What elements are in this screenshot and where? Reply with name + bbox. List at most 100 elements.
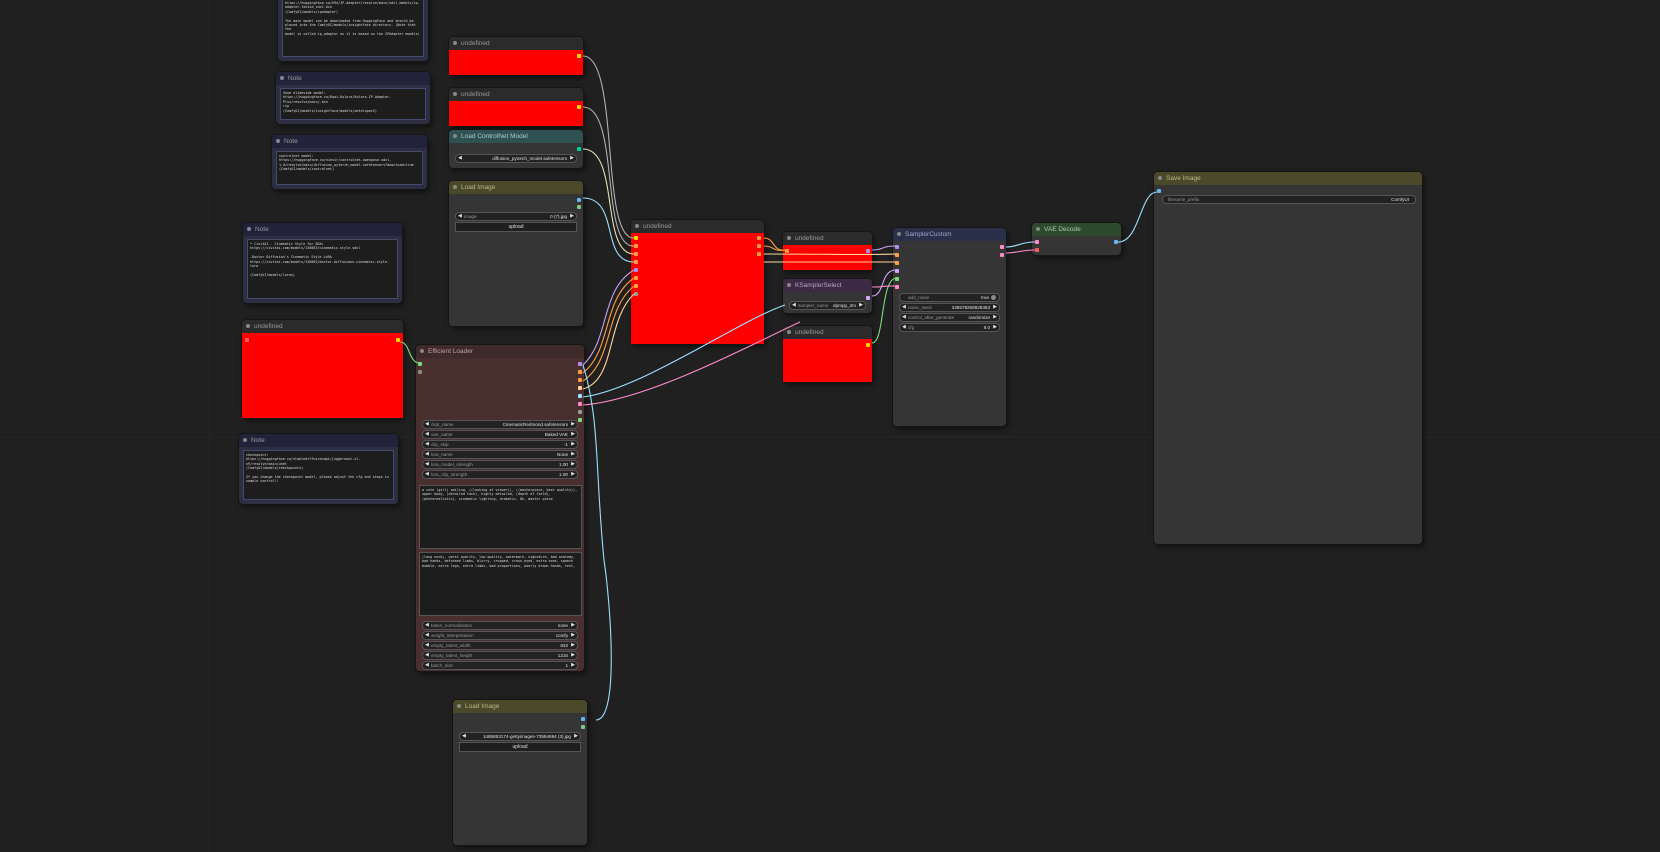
lora-clip-strength-number[interactable]: ◀ lora_clip_strength 1.00 ▶ xyxy=(422,470,578,479)
collapse-dot-icon[interactable] xyxy=(897,232,901,236)
collapse-dot-icon[interactable] xyxy=(280,76,284,80)
arrow-right-icon[interactable]: ▶ xyxy=(574,733,578,740)
image-combo[interactable]: ◀ image 0 (7).jpg ▶ xyxy=(455,212,577,221)
node-graph-canvas[interactable]: https://huggingface.co/h94/IP-Adapter/re… xyxy=(0,0,1660,852)
arrow-left-icon[interactable]: ◀ xyxy=(902,304,906,311)
output-slot[interactable] xyxy=(578,386,582,390)
note-model-text[interactable]: Save alidevide model: https://huggingfac… xyxy=(280,88,426,120)
collapse-dot-icon[interactable] xyxy=(1036,227,1040,231)
arrow-right-icon[interactable]: ▶ xyxy=(993,314,997,321)
arrow-right-icon[interactable]: ▶ xyxy=(571,622,575,629)
output-slot[interactable] xyxy=(866,249,870,253)
collapse-dot-icon[interactable] xyxy=(787,330,791,334)
node-undefined-r2[interactable]: undefined xyxy=(783,326,872,382)
collapse-dot-icon[interactable] xyxy=(635,224,639,228)
node-title[interactable]: undefined xyxy=(783,232,872,245)
output-slot[interactable] xyxy=(757,252,761,256)
output-slot[interactable] xyxy=(578,370,582,374)
batch-size-number[interactable]: ◀ batch_size 1 ▶ xyxy=(422,661,578,670)
arrow-left-icon[interactable]: ◀ xyxy=(458,155,462,162)
node-undefined-a[interactable]: undefined xyxy=(449,37,583,75)
arrow-right-icon[interactable]: ▶ xyxy=(859,302,863,309)
node-load-image-1[interactable]: Load Image ◀ image 0 (7).jpg ▶ upload xyxy=(449,181,583,326)
arrow-right-icon[interactable]: ▶ xyxy=(993,304,997,311)
collapse-dot-icon[interactable] xyxy=(243,438,247,442)
input-slot-samples[interactable] xyxy=(1035,240,1039,244)
arrow-left-icon[interactable]: ◀ xyxy=(425,461,429,468)
arrow-right-icon[interactable]: ▶ xyxy=(571,441,575,448)
note-controlnet[interactable]: Note controlnet model: https://huggingfa… xyxy=(272,135,427,189)
node-load-controlnet[interactable]: Load ControlNet Model ◀ diffusion_pytorc… xyxy=(449,130,583,168)
arrow-left-icon[interactable]: ◀ xyxy=(458,213,462,220)
arrow-left-icon[interactable]: ◀ xyxy=(425,421,429,428)
note-lora[interactable]: Note * CivitAI - Cinematic Style for SDX… xyxy=(243,223,402,303)
arrow-left-icon[interactable]: ◀ xyxy=(425,451,429,458)
output-slot[interactable] xyxy=(578,362,582,366)
collapse-dot-icon[interactable] xyxy=(420,349,424,353)
output-slot-mask[interactable] xyxy=(581,725,585,729)
node-undefined-b[interactable]: undefined xyxy=(449,88,583,126)
output-slot-denoised[interactable] xyxy=(1000,253,1004,257)
note-model[interactable]: Note Save alidevide model: https://huggi… xyxy=(276,72,430,124)
arrow-left-icon[interactable]: ◀ xyxy=(425,431,429,438)
node-undefined-left[interactable]: undefined xyxy=(242,320,403,418)
node-efficient-loader[interactable]: Efficient Loader ◀ ckpt_name CinematicRe… xyxy=(416,345,584,671)
output-slot[interactable] xyxy=(866,343,870,347)
toggle-icon[interactable] xyxy=(991,295,996,300)
input-slot[interactable] xyxy=(418,362,422,366)
input-slot[interactable] xyxy=(785,249,789,253)
arrow-left-icon[interactable]: ◀ xyxy=(902,324,906,331)
arrow-right-icon[interactable]: ▶ xyxy=(570,155,574,162)
collapse-dot-icon[interactable] xyxy=(787,236,791,240)
input-slot[interactable] xyxy=(634,276,638,280)
node-title[interactable]: VAE Decode xyxy=(1032,223,1121,236)
arrow-left-icon[interactable]: ◀ xyxy=(425,622,429,629)
input-slot-sampler[interactable] xyxy=(895,269,899,273)
collapse-dot-icon[interactable] xyxy=(453,41,457,45)
collapse-dot-icon[interactable] xyxy=(453,92,457,96)
negative-prompt-textarea[interactable]: (long neck), worst quality, low quality,… xyxy=(419,552,582,616)
node-title[interactable]: undefined xyxy=(449,37,583,50)
arrow-left-icon[interactable]: ◀ xyxy=(425,662,429,669)
input-slot[interactable] xyxy=(634,292,638,296)
input-slot-model[interactable] xyxy=(895,245,899,249)
input-slot-negative[interactable] xyxy=(895,261,899,265)
collapse-dot-icon[interactable] xyxy=(276,139,280,143)
input-slot[interactable] xyxy=(418,370,422,374)
add-noise-toggle[interactable]: add_noise true xyxy=(899,293,1000,302)
arrow-left-icon[interactable]: ◀ xyxy=(425,441,429,448)
output-slot[interactable] xyxy=(866,296,870,300)
control-net-name-combo[interactable]: ◀ diffusion_pytorch_model.safetensors ▶ xyxy=(455,154,577,163)
output-slot-output[interactable] xyxy=(1000,245,1004,249)
note-ipadapter-text[interactable]: https://huggingface.co/h94/IP-Adapter/re… xyxy=(282,0,424,57)
output-slot[interactable] xyxy=(578,394,582,398)
arrow-left-icon[interactable]: ◀ xyxy=(425,632,429,639)
input-slot-images[interactable] xyxy=(1157,189,1161,193)
vae-name-combo[interactable]: ◀ vae_name Baked VAE ▶ xyxy=(422,430,578,439)
output-slot[interactable] xyxy=(757,236,761,240)
node-save-image[interactable]: Save Image filename_prefix ComfyUI xyxy=(1154,172,1422,544)
output-slot[interactable] xyxy=(577,105,581,109)
arrow-right-icon[interactable]: ▶ xyxy=(571,662,575,669)
output-slot[interactable] xyxy=(757,244,761,248)
input-slot[interactable] xyxy=(634,244,638,248)
output-slot[interactable] xyxy=(578,378,582,382)
node-undefined-r1[interactable]: undefined xyxy=(783,232,872,270)
arrow-left-icon[interactable]: ◀ xyxy=(792,302,796,309)
input-slot[interactable] xyxy=(634,252,638,256)
node-title[interactable]: Note xyxy=(272,135,427,148)
cfg-number[interactable]: ◀ cfg 8.0 ▶ xyxy=(899,323,1000,332)
node-title[interactable]: Efficient Loader xyxy=(416,345,584,358)
arrow-right-icon[interactable]: ▶ xyxy=(570,213,574,220)
output-slot[interactable] xyxy=(396,338,400,342)
node-title[interactable]: SamplerCustom xyxy=(893,228,1006,241)
input-slot-vae[interactable] xyxy=(1035,248,1039,252)
node-title[interactable]: Note xyxy=(239,434,398,447)
collapse-dot-icon[interactable] xyxy=(453,185,457,189)
collapse-dot-icon[interactable] xyxy=(453,134,457,138)
arrow-left-icon[interactable]: ◀ xyxy=(425,471,429,478)
arrow-left-icon[interactable]: ◀ xyxy=(425,642,429,649)
node-title[interactable]: Load Image xyxy=(453,700,587,713)
arrow-right-icon[interactable]: ▶ xyxy=(571,471,575,478)
collapse-dot-icon[interactable] xyxy=(247,227,251,231)
